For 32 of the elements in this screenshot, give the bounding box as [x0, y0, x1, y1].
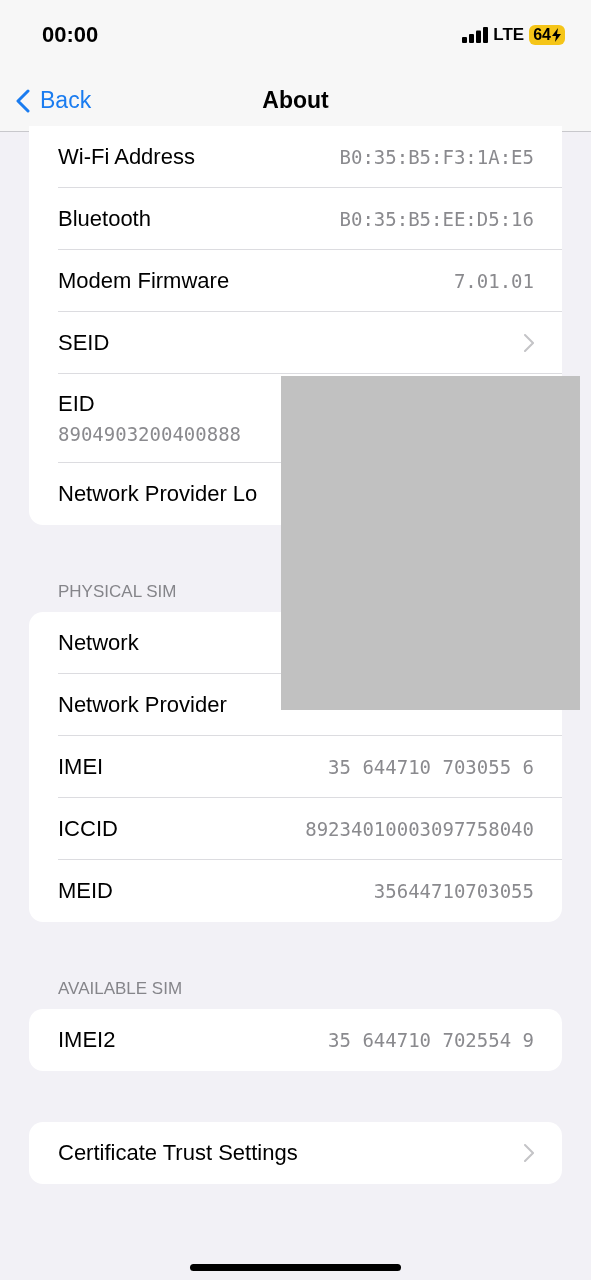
- row-label: Modem Firmware: [58, 267, 230, 294]
- row-label: Wi-Fi Address: [58, 143, 195, 170]
- row-value: 7.01.01: [453, 269, 534, 292]
- back-button[interactable]: Back: [16, 87, 92, 114]
- settings-row[interactable]: Certificate Trust Settings: [58, 1122, 562, 1184]
- row-value: 35 644710 703055 6: [328, 755, 534, 778]
- page-title: About: [262, 87, 329, 114]
- row-value: 89234010003097758040: [305, 817, 534, 840]
- status-time: 00:00: [42, 22, 99, 48]
- signal-icon: [462, 27, 489, 43]
- chevron-icon: [524, 333, 534, 352]
- network-type: LTE: [493, 25, 525, 45]
- chevron-icon: [524, 1144, 534, 1162]
- row-label: IMEI2: [58, 1027, 116, 1053]
- row-label: MEID: [58, 878, 113, 904]
- settings-row[interactable]: SEID: [58, 312, 562, 374]
- row-label: ICCID: [58, 815, 118, 842]
- row-label: EID: [58, 391, 96, 417]
- battery-icon: 64: [529, 25, 565, 45]
- back-chevron-icon: [16, 88, 30, 113]
- row-label: Network Provider: [58, 691, 227, 718]
- section-header: AVAILABLE SIM: [57, 978, 184, 1000]
- row-value: 35 644710 702554 9: [328, 1029, 534, 1051]
- row-label: Bluetooth: [58, 205, 151, 232]
- row-value: B0:35:B5:EE:D5:16: [339, 207, 534, 230]
- section-header: PHYSICAL SIM: [57, 581, 178, 603]
- row-label: IMEI: [58, 753, 104, 780]
- row-value: 35644710703055: [373, 880, 534, 902]
- row-label: Network Provider Lo: [58, 481, 258, 507]
- row-label: Network: [58, 629, 139, 656]
- row-value: B0:35:B5:F3:1A:E5: [339, 145, 534, 168]
- row-value: 8904903200400888: [58, 423, 243, 445]
